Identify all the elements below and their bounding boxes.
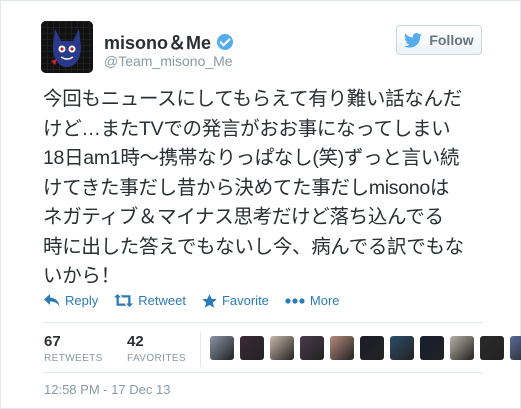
avatar[interactable] [41, 21, 93, 73]
favoriter-avatar[interactable] [330, 336, 354, 360]
retweets-count: 67 [44, 333, 61, 350]
favoriter-avatar[interactable] [210, 336, 234, 360]
favoriter-avatar[interactable] [480, 336, 504, 360]
tweet-text-line: いから！ [43, 265, 120, 287]
retweet-icon [114, 294, 134, 307]
tweet-actions: Reply Retweet Favorite More [44, 293, 356, 308]
favoriter-avatar[interactable] [240, 336, 264, 360]
favoriter-avatar[interactable] [510, 336, 521, 360]
retweet-label: Retweet [138, 293, 186, 308]
tweet-text-line: 18日am1時〜携帯なりっぱなし(笑)ずっと言い続 [43, 147, 460, 169]
tweet-text-line: 時に出した答えでもないし今、病んでる訳でもな [43, 235, 464, 258]
follow-button[interactable]: Follow [396, 25, 482, 55]
twitter-bird-icon [404, 32, 423, 48]
star-icon [202, 293, 217, 308]
retweets-label: RETWEETS [44, 353, 103, 364]
tweet-card: misono＆Me @Team_misono_Me Follow 今回もニュース… [0, 0, 521, 409]
favoriter-avatar[interactable] [270, 336, 294, 360]
display-name[interactable]: misono＆Me [104, 29, 234, 55]
tweet-text-line: ネガティブ＆マイナス思考だけど落ち込んでる [43, 206, 444, 228]
favorites-stat[interactable]: 42 FAVORITES [127, 333, 186, 364]
tweet-text-line: 今回もニュースにしてもらえて有り難い話なんだ [43, 88, 462, 110]
reply-icon [44, 294, 60, 307]
reply-label: Reply [65, 293, 99, 308]
retweet-button[interactable]: Retweet [114, 293, 186, 308]
favoriter-avatar[interactable] [420, 336, 444, 360]
display-name-text[interactable]: misono＆Me [104, 29, 211, 55]
avatar-image [41, 21, 93, 73]
favorite-button[interactable]: Favorite [202, 293, 269, 308]
favorites-label: FAVORITES [127, 353, 186, 364]
tweet-text: 今回もニュースにしてもらえて有り難い話なんだ けど…またTVでの発言がおお事にな… [43, 85, 498, 292]
follow-button-label: Follow [429, 32, 474, 48]
favoriter-avatar[interactable] [300, 336, 324, 360]
favoriters-avatars [210, 336, 521, 360]
retweets-stat[interactable]: 67 RETWEETS [44, 333, 103, 364]
stats-separator [200, 331, 201, 367]
verified-badge-icon [217, 34, 234, 50]
favoriter-avatar[interactable] [450, 336, 474, 360]
user-handle[interactable]: @Team_misono_Me [104, 53, 233, 69]
favorite-label: Favorite [221, 293, 269, 308]
more-button[interactable]: More [285, 293, 340, 308]
more-dots-icon [285, 297, 305, 304]
favorites-count: 42 [127, 333, 144, 350]
more-label: More [309, 293, 340, 308]
tweet-text-line: けてきた事だし昔から決めてた事だしmisonoは [43, 176, 450, 199]
divider [43, 322, 483, 323]
tweet-timestamp[interactable]: 12:58 PM - 17 Dec 13 [44, 382, 170, 397]
tweet-text-line: けど…またTVでの発言がおお事になってしまい [43, 117, 451, 140]
favoriter-avatar[interactable] [390, 336, 414, 360]
reply-button[interactable]: Reply [44, 293, 98, 308]
divider [43, 372, 483, 373]
favoriter-avatar[interactable] [360, 336, 384, 360]
